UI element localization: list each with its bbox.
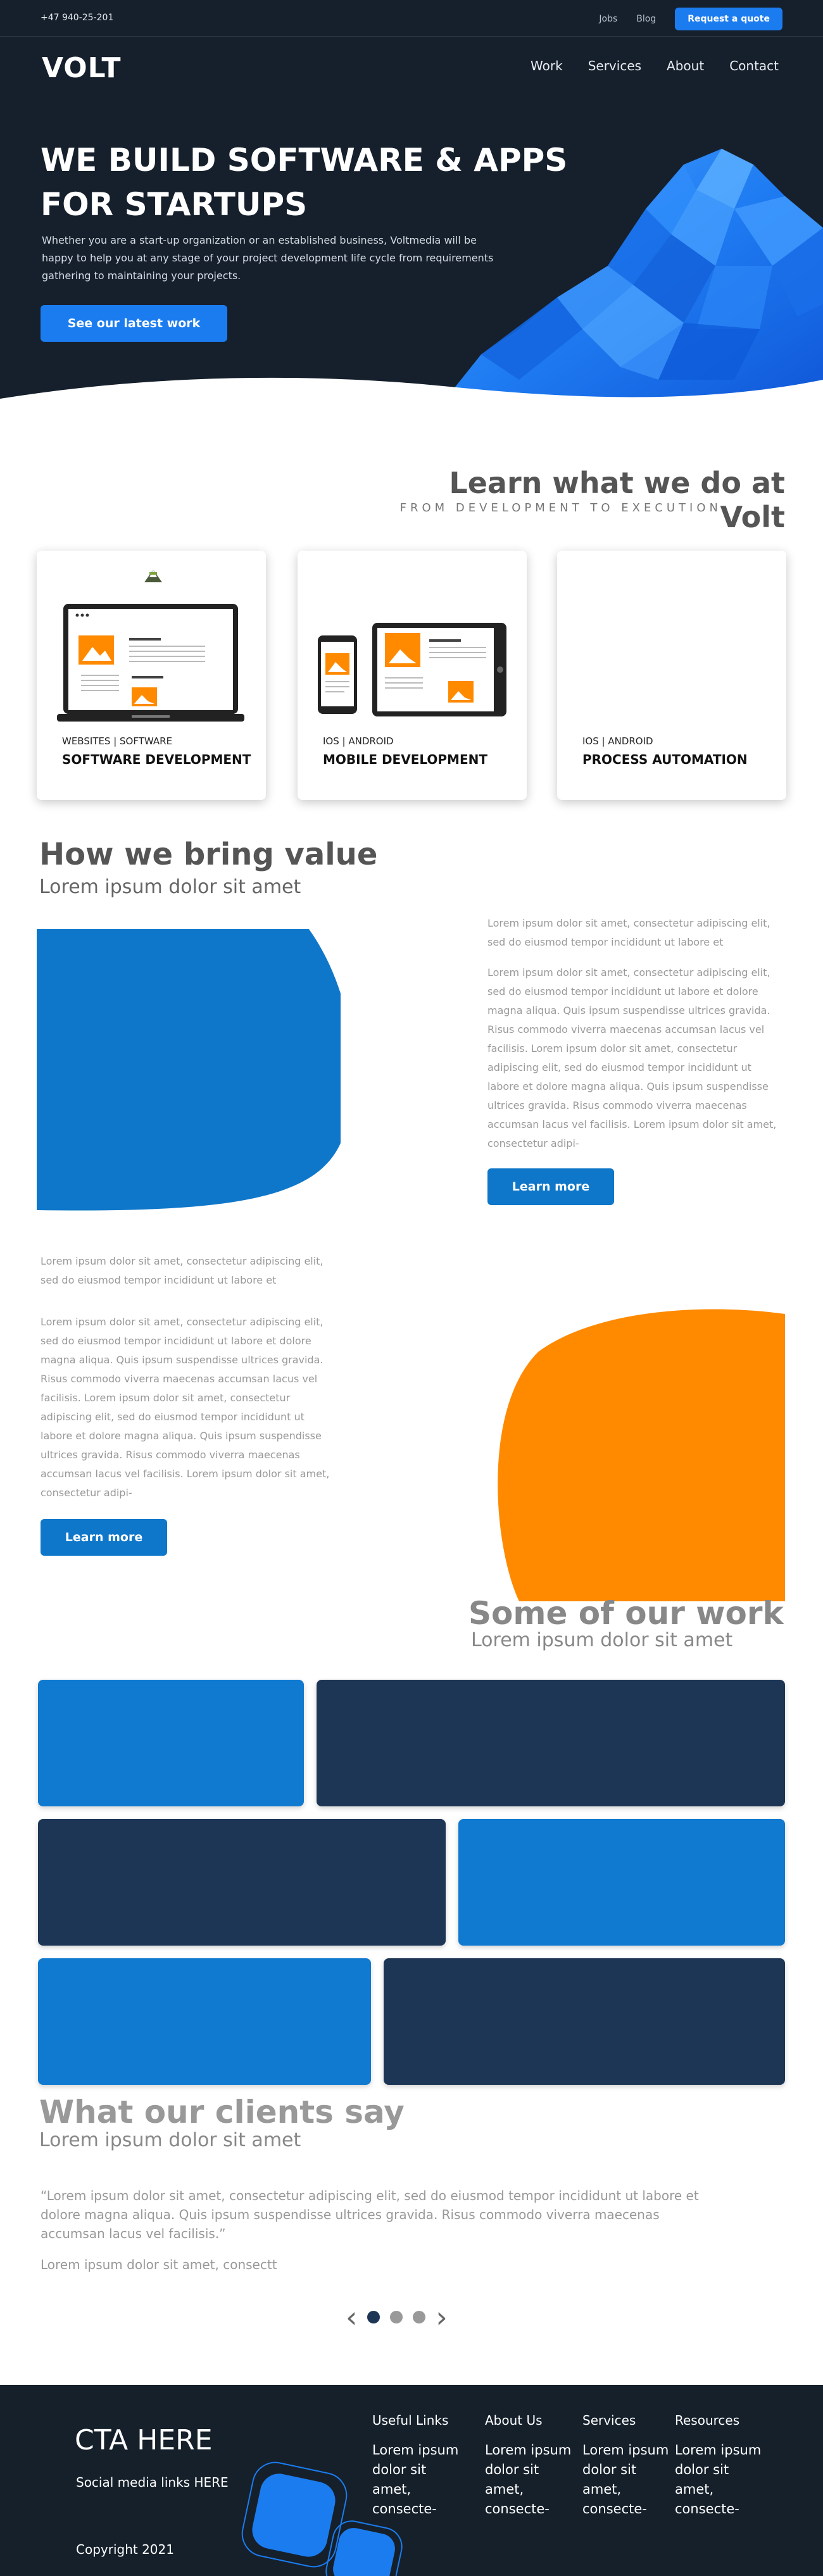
footer-column-heading[interactable]: Resources: [675, 2413, 763, 2428]
testimonial-quote: “Lorem ipsum dolor sit amet, consectetur…: [41, 2188, 699, 2241]
work-tile[interactable]: [38, 1680, 304, 1806]
work-tile[interactable]: [317, 1680, 785, 1806]
footer: CTA HERE Social media links HERE Copyrig…: [0, 2385, 823, 2576]
nav-contact[interactable]: Contact: [729, 58, 779, 73]
request-quote-button[interactable]: Request a quote: [675, 8, 782, 30]
main-nav: Work Services About Contact: [531, 58, 779, 73]
learn-more-button-1[interactable]: Learn more: [487, 1168, 614, 1205]
footer-column-heading[interactable]: Services: [582, 2413, 671, 2428]
service-card-title: SOFTWARE DEVELOPMENT: [62, 752, 251, 767]
work-tile[interactable]: [458, 1819, 785, 1946]
nav-services[interactable]: Services: [588, 58, 641, 73]
value-subtitle: Lorem ipsum dolor sit amet: [39, 876, 301, 898]
value-intro-1: Lorem ipsum dolor sit amet, consectetur …: [487, 917, 770, 948]
orange-blob-shape: [498, 1309, 785, 1601]
see-latest-work-button[interactable]: See our latest work: [41, 305, 227, 342]
footer-column-services: Services Lorem ipsum dolor sit amet, con…: [582, 2413, 671, 2519]
service-card-tag: IOS | ANDROID: [323, 735, 394, 747]
footer-column-text: Lorem ipsum dolor sit amet, consecte-: [582, 2442, 669, 2517]
work-subtitle: Lorem ipsum dolor sit amet: [471, 1629, 733, 1651]
nav-about[interactable]: About: [667, 58, 704, 73]
footer-column-heading[interactable]: About Us: [485, 2413, 574, 2428]
learn-title: Learn what we do at Volt: [449, 466, 785, 534]
value-intro-2: Lorem ipsum dolor sit amet, consectetur …: [41, 1255, 324, 1286]
top-bar: +47 940-25-201 Jobs Blog Request a quote: [0, 0, 823, 37]
service-card-mobile[interactable]: IOS | ANDROID MOBILE DEVELOPMENT: [298, 551, 527, 800]
volt-logo[interactable]: VOLT: [42, 52, 121, 84]
phone-number[interactable]: +47 940-25-201: [41, 13, 113, 23]
service-card-tag: WEBSITES | SOFTWARE: [62, 735, 173, 747]
footer-column-heading[interactable]: Useful Links: [372, 2413, 461, 2428]
clients-subtitle: Lorem ipsum dolor sit amet: [39, 2129, 301, 2151]
work-tile[interactable]: [38, 1819, 446, 1946]
learn-more-button-2[interactable]: Learn more: [41, 1519, 167, 1556]
value-body-2: Lorem ipsum dolor sit amet, consectetur …: [41, 1316, 330, 1499]
laptop-icon: [57, 570, 244, 722]
hero-section: +47 940-25-201 Jobs Blog Request a quote…: [0, 0, 823, 418]
devices-icon: [318, 623, 506, 716]
service-card-title: PROCESS AUTOMATION: [582, 752, 748, 767]
hero-title: WE BUILD SOFTWARE & APPS FOR STARTUPS: [41, 142, 568, 223]
blog-link[interactable]: Blog: [636, 14, 656, 24]
testimonial-carousel: ‹ ›: [346, 2303, 448, 2332]
value-body-1: Lorem ipsum dolor sit amet, consectetur …: [487, 966, 777, 1149]
chevron-right-icon[interactable]: ›: [436, 2303, 447, 2332]
learn-subtitle: FROM DEVELOPMENT TO EXECUTION: [399, 501, 722, 515]
footer-column-text: Lorem ipsum dolor sit amet, consecte-: [485, 2442, 572, 2517]
footer-column-resources: Resources Lorem ipsum dolor sit amet, co…: [675, 2413, 763, 2519]
work-title: Some of our work: [468, 1595, 784, 1632]
hero-description: Whether you are a start-up organization …: [42, 234, 494, 282]
footer-column-about: About Us Lorem ipsum dolor sit amet, con…: [485, 2413, 574, 2519]
service-card-automation[interactable]: IOS | ANDROID PROCESS AUTOMATION: [557, 551, 786, 800]
work-tile[interactable]: [38, 1958, 371, 2085]
social-links[interactable]: Social media links HERE: [76, 2475, 229, 2490]
blue-blob-shape: [37, 929, 341, 1211]
jobs-link[interactable]: Jobs: [599, 14, 617, 24]
carousel-dot[interactable]: [390, 2311, 403, 2323]
copyright: Copyright 2021: [76, 2542, 174, 2557]
cta-heading[interactable]: CTA HERE: [75, 2424, 213, 2456]
service-card-software[interactable]: WEBSITES | SOFTWARE SOFTWARE DEVELOPMENT: [37, 551, 266, 800]
service-card-tag: IOS | ANDROID: [582, 735, 653, 747]
work-tile[interactable]: [384, 1958, 785, 2085]
value-title: How we bring value: [39, 837, 378, 872]
nav-work[interactable]: Work: [531, 58, 563, 73]
carousel-dot[interactable]: [367, 2311, 380, 2323]
testimonial-author: Lorem ipsum dolor sit amet, consectt: [41, 2257, 277, 2272]
footer-column-text: Lorem ipsum dolor sit amet, consecte-: [372, 2442, 459, 2517]
footer-column-text: Lorem ipsum dolor sit amet, consecte-: [675, 2442, 762, 2517]
chevron-left-icon[interactable]: ‹: [346, 2303, 357, 2332]
service-card-title: MOBILE DEVELOPMENT: [323, 752, 487, 767]
carousel-dot[interactable]: [413, 2311, 426, 2323]
footer-column-useful-links: Useful Links Lorem ipsum dolor sit amet,…: [372, 2413, 461, 2519]
clients-title: What our clients say: [39, 2094, 405, 2130]
top-links: Jobs Blog Request a quote: [599, 8, 782, 30]
